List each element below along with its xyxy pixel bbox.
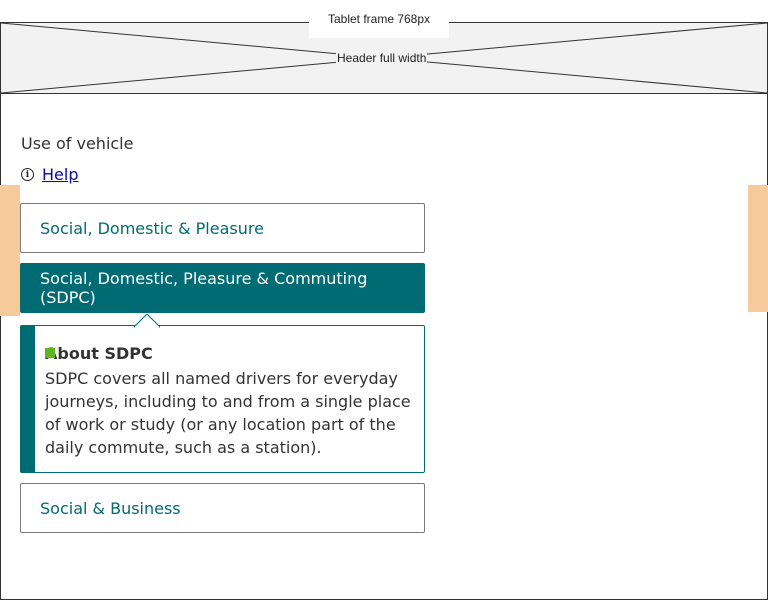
info-panel-title: About SDPC [45,344,153,363]
help-link-group[interactable]: i Help [21,165,78,184]
option-sdpc-selected[interactable]: Social, Domestic, Pleasure & Commuting (… [20,263,425,313]
info-panel-title-text: About SDPC [45,344,153,363]
info-icon: i [21,168,34,181]
info-panel-sdpc: About SDPC SDPC covers all named drivers… [20,314,425,473]
info-panel-body: SDPC covers all named drivers for everyd… [45,369,411,457]
option-social-domestic-pleasure[interactable]: Social, Domestic & Pleasure [20,203,425,253]
frame-label: Tablet frame 768px [309,8,449,38]
field-label: Use of vehicle [21,134,134,153]
title-bullet-marker [45,348,55,358]
right-gutter-marker [748,185,768,312]
help-link[interactable]: Help [42,165,78,184]
left-gutter-marker [0,185,20,316]
panel-caret [134,314,160,328]
option-social-business[interactable]: Social & Business [20,483,425,533]
header-placeholder-label: Header full width [336,51,428,65]
